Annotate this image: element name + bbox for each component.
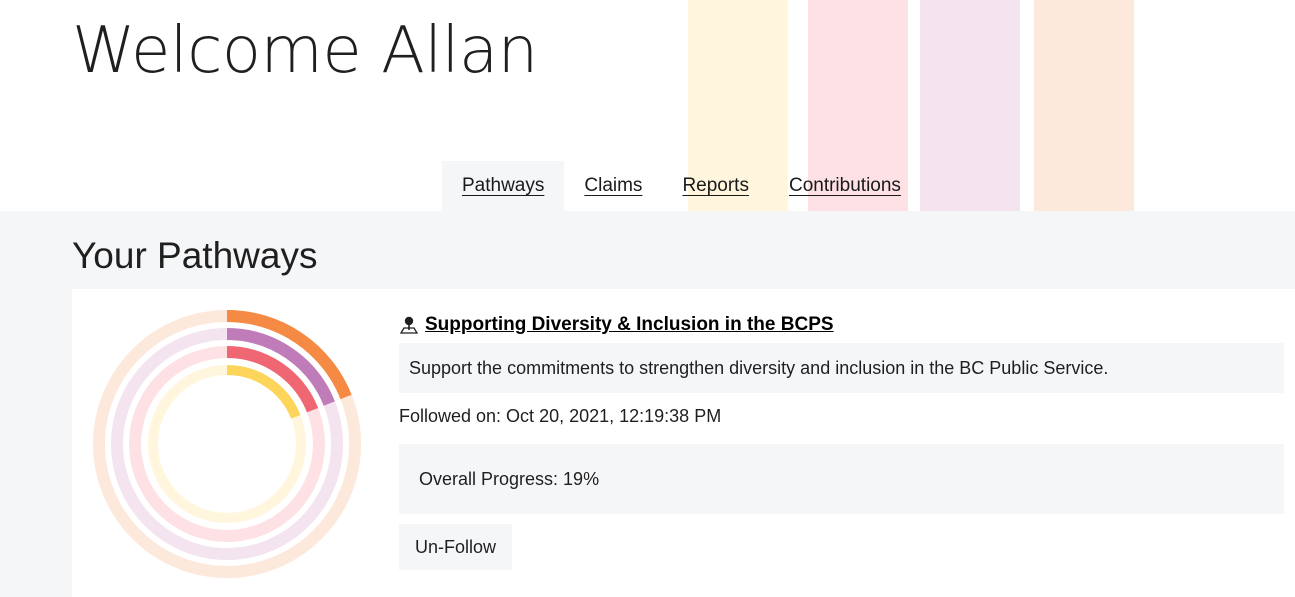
pathway-card: Supporting Diversity & Inclusion in the … bbox=[72, 289, 1295, 597]
main-content: Your Pathways Supporting Diversity & Inc… bbox=[0, 211, 1295, 597]
progress-rings-chart bbox=[93, 310, 361, 578]
welcome-heading: Welcome Allan bbox=[72, 14, 538, 88]
tab-bar: Pathways Claims Reports Contributions bbox=[442, 161, 921, 211]
overall-progress: Overall Progress: 19% bbox=[399, 444, 1284, 514]
pathway-description: Support the commitments to strengthen di… bbox=[399, 343, 1284, 393]
map-pin-person-icon bbox=[399, 316, 419, 334]
pathway-title-link[interactable]: Supporting Diversity & Inclusion in the … bbox=[399, 314, 834, 336]
unfollow-button[interactable]: Un-Follow bbox=[399, 524, 513, 570]
header-decor-stripe bbox=[1034, 0, 1134, 211]
header: Welcome Allan Pathways Claims Reports Co… bbox=[0, 0, 1295, 211]
section-title: Your Pathways bbox=[72, 235, 318, 276]
pathway-title[interactable]: Supporting Diversity & Inclusion in the … bbox=[425, 314, 834, 336]
tab-claims[interactable]: Claims bbox=[564, 161, 662, 211]
header-decor-stripe bbox=[920, 0, 1020, 211]
followed-on-date: Followed on: Oct 20, 2021, 12:19:38 PM bbox=[399, 406, 722, 426]
tab-contributions[interactable]: Contributions bbox=[769, 161, 921, 211]
tab-pathways[interactable]: Pathways bbox=[442, 161, 565, 211]
tab-reports[interactable]: Reports bbox=[662, 161, 769, 211]
